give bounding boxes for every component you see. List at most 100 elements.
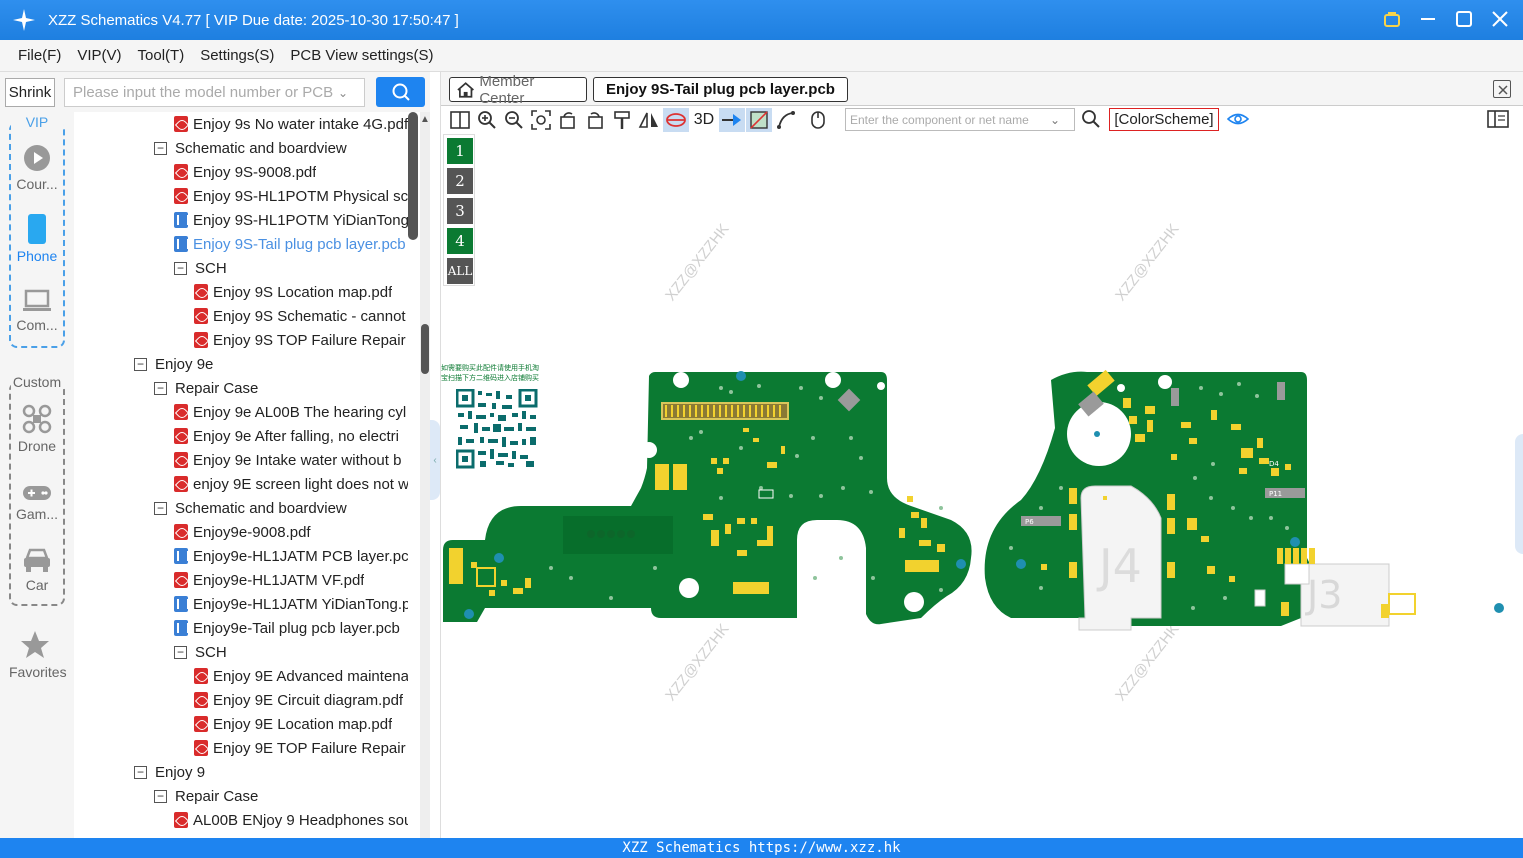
collapse-toggle-icon[interactable]: − [154, 141, 167, 155]
home-icon [457, 81, 474, 98]
side-panel-toggle-icon[interactable] [1487, 110, 1509, 131]
tree-file[interactable]: Enjoy 9e AL00B The hearing cyl [174, 400, 406, 424]
component-search-icon[interactable] [1081, 109, 1101, 132]
layer-3-button[interactable]: 3 [447, 198, 473, 224]
sidebar-item-games[interactable]: Gam... [11, 484, 63, 522]
pcb-board-right[interactable]: J4 J3 P6 P11 U4 D4 [981, 368, 1521, 633]
tree-scrollbar[interactable]: ▲ [420, 112, 430, 838]
tree-file[interactable]: Enjoy 9E Circuit diagram.pdf [194, 688, 403, 712]
diagonal-select-icon[interactable] [746, 108, 772, 132]
minimize-button[interactable] [1417, 8, 1439, 30]
close-tabs-icon[interactable] [1493, 80, 1511, 98]
tree-label: Enjoy 9S-Tail plug pcb layer.pcb [193, 235, 406, 253]
tree-file[interactable]: Enjoy 9e After falling, no electri [174, 424, 399, 448]
collapse-panel-button[interactable]: ‹ [430, 420, 440, 500]
three-d-button[interactable]: 3D [690, 108, 718, 132]
maximize-button[interactable] [1453, 8, 1475, 30]
sidebar-item-car[interactable]: Car [11, 547, 63, 593]
tree-file[interactable]: AL00B ENjoy 9 Headphones sou [174, 808, 408, 832]
collapse-toggle-icon[interactable]: − [174, 645, 187, 659]
tab-active-file[interactable]: Enjoy 9S-Tail plug pcb layer.pcb [593, 77, 848, 102]
highlight-net-icon[interactable] [663, 108, 689, 132]
search-button[interactable] [376, 77, 425, 107]
sidebar-item-phone[interactable]: Phone [11, 214, 63, 264]
menu-tool[interactable]: Tool(T) [130, 47, 193, 64]
menu-pcb-view-settings[interactable]: PCB View settings(S) [282, 47, 441, 64]
zoom-in-icon[interactable] [474, 108, 500, 132]
pin-mode-icon[interactable] [719, 108, 745, 132]
sidebar-item-courses[interactable]: Cour... [11, 144, 63, 192]
model-search-input[interactable] [73, 84, 338, 101]
tree-folder[interactable]: − Enjoy 9e [134, 352, 213, 376]
split-view-icon[interactable] [447, 108, 473, 132]
tree-file[interactable]: enjoy 9E screen light does not w [174, 472, 408, 496]
sidebar-item-computer[interactable]: Com... [11, 289, 63, 333]
mirror-icon[interactable] [636, 108, 662, 132]
tree-label: Schematic and boardview [175, 499, 347, 517]
sidebar-item-favorites[interactable]: Favorites [9, 630, 67, 680]
tree-file[interactable]: Enjoy9e-HL1JATM VF.pdf [174, 568, 364, 592]
chevron-down-icon[interactable]: ⌄ [338, 86, 348, 100]
menu-settings[interactable]: Settings(S) [192, 47, 282, 64]
tree-file[interactable]: Enjoy9e-HL1JATM YiDianTong.pcb [174, 592, 408, 616]
rotate-left-icon[interactable] [555, 108, 581, 132]
scroll-up-icon[interactable]: ▲ [420, 114, 430, 125]
tree-file[interactable]: Enjoy 9E TOP Failure Repair G [194, 736, 408, 760]
tree-folder[interactable]: − Schematic and boardview [154, 496, 347, 520]
tree-file[interactable]: Enjoy 9S Location map.pdf [194, 280, 392, 304]
tree-file[interactable]: Enjoy 9S-Tail plug pcb layer.pcb [174, 232, 406, 256]
collapse-toggle-icon[interactable]: − [154, 789, 167, 803]
tab-member-center[interactable]: Member Center [449, 73, 587, 107]
pcb-board-left[interactable] [441, 368, 981, 633]
tree-file[interactable]: Enjoy 9s No water intake 4G.pdf [174, 112, 408, 136]
tree-file[interactable]: Enjoy 9S-9008.pdf [174, 160, 316, 184]
vip-bag-icon[interactable] [1381, 8, 1403, 30]
layer-4-button[interactable]: 4 [447, 228, 473, 254]
paint-brush-icon[interactable] [609, 108, 635, 132]
tree-folder[interactable]: − SCH [174, 640, 227, 664]
collapse-toggle-icon[interactable]: − [154, 381, 167, 395]
tree-folder[interactable]: − Repair Case [154, 784, 258, 808]
watermark: XZZ@XZZHK [1112, 220, 1183, 305]
layer-all-button[interactable]: ALL [447, 258, 473, 284]
layer-1-button[interactable]: 1 [447, 138, 473, 164]
shrink-button[interactable]: Shrink [5, 78, 55, 107]
tree-file[interactable]: Enjoy9e-9008.pdf [174, 520, 311, 544]
tree-file[interactable]: Enjoy 9e Intake water without b [174, 448, 401, 472]
tree-file[interactable]: Enjoy 9S-HL1POTM Physical sca [174, 184, 408, 208]
tree-folder[interactable]: − Repair Case [154, 376, 258, 400]
mouse-icon[interactable] [805, 108, 831, 132]
color-scheme-button[interactable]: [ColorScheme] [1109, 108, 1219, 131]
menu-file[interactable]: File(F) [0, 47, 69, 64]
tree-file[interactable]: Enjoy 9S Schematic - cannot [194, 304, 406, 328]
chevron-down-icon[interactable]: ⌄ [1050, 113, 1060, 127]
collapse-toggle-icon[interactable]: − [154, 501, 167, 515]
tree-folder[interactable]: − Schematic and boardview [154, 136, 347, 160]
tree-label: Enjoy9e-HL1JATM YiDianTong.pcb [193, 595, 408, 613]
close-button[interactable] [1489, 8, 1511, 30]
tree-file[interactable]: Enjoy 9S TOP Failure Repair [194, 328, 406, 352]
layer-2-button[interactable]: 2 [447, 168, 473, 194]
tree-file[interactable]: Enjoy9e-HL1JATM PCB layer.pcb [174, 544, 408, 568]
collapse-toggle-icon[interactable]: − [134, 765, 147, 779]
tree-file[interactable]: Enjoy 9E Location map.pdf [194, 712, 392, 736]
trace-icon[interactable] [773, 108, 799, 132]
tree-file[interactable]: Enjoy 9S-HL1POTM YiDianTong [174, 208, 408, 232]
zoom-out-icon[interactable] [501, 108, 527, 132]
pcb-canvas[interactable]: 1 2 3 4 ALL XZZ@XZZHK XZZ@XZZHK XZZ@XZZH… [441, 134, 1523, 838]
sidebar-item-drone[interactable]: Drone [11, 404, 63, 454]
menu-vip[interactable]: VIP(V) [69, 47, 129, 64]
tree-file[interactable]: Enjoy 9E Advanced maintena [194, 664, 408, 688]
tree-scrollbar-thumb[interactable] [408, 112, 418, 240]
tree-file[interactable]: Enjoy9e-Tail plug pcb layer.pcb [174, 616, 400, 640]
tree-folder[interactable]: − Enjoy 9 [134, 760, 205, 784]
rotate-right-icon[interactable] [582, 108, 608, 132]
tree-folder[interactable]: − SCH [174, 256, 227, 280]
collapse-toggle-icon[interactable]: − [174, 261, 187, 275]
collapse-toggle-icon[interactable]: − [134, 357, 147, 371]
eye-icon[interactable] [1226, 110, 1250, 131]
expand-panel-button[interactable] [1515, 434, 1523, 554]
scrollbar-thumb[interactable] [421, 324, 429, 374]
fit-view-icon[interactable] [528, 108, 554, 132]
component-search-input[interactable] [850, 112, 1050, 127]
